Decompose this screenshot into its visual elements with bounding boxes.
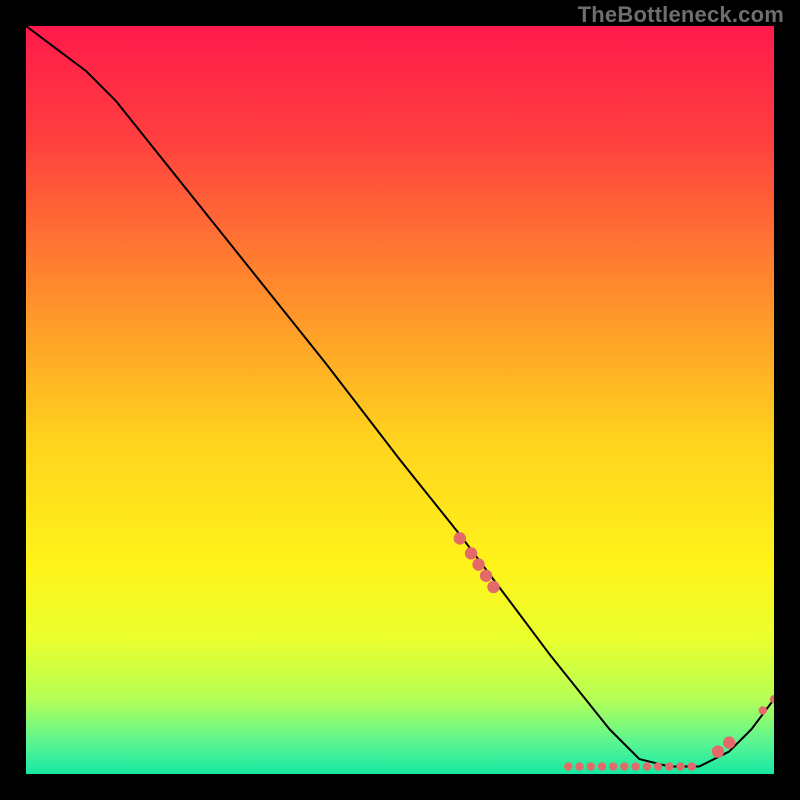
data-point (759, 706, 767, 714)
watermark-text: TheBottleneck.com (578, 2, 784, 28)
data-point (688, 762, 696, 770)
chart-plot (26, 26, 774, 774)
data-point (609, 762, 617, 770)
data-point (575, 762, 583, 770)
data-point (587, 762, 595, 770)
chart-svg (26, 26, 774, 774)
data-point (620, 762, 628, 770)
data-point (454, 532, 466, 544)
data-point (598, 762, 606, 770)
data-point (643, 762, 651, 770)
data-point (712, 745, 724, 757)
data-point (723, 736, 735, 748)
data-point (665, 762, 673, 770)
data-point (564, 762, 572, 770)
chart-background (26, 26, 774, 774)
data-point (465, 547, 477, 559)
data-point (487, 581, 499, 593)
data-point (480, 570, 492, 582)
data-point (676, 762, 684, 770)
data-point (472, 558, 484, 570)
data-point (631, 762, 639, 770)
chart-frame: TheBottleneck.com (0, 0, 800, 800)
data-point (654, 762, 662, 770)
